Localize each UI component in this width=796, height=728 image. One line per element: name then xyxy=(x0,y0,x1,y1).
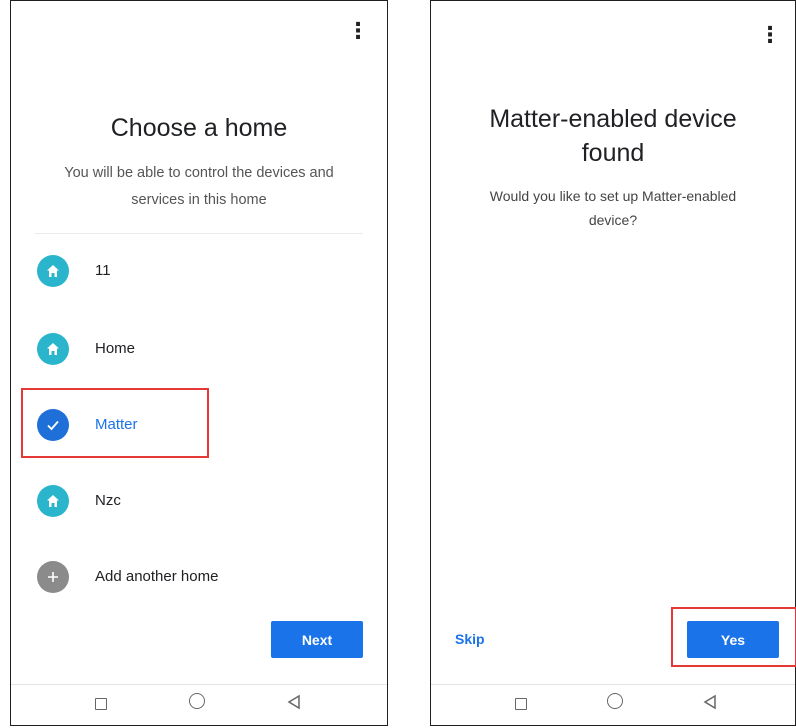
skip-button[interactable]: Skip xyxy=(455,631,485,647)
plus-icon xyxy=(37,561,69,593)
home-icon xyxy=(37,255,69,287)
subtitle-line-1: You will be able to control the devices … xyxy=(64,165,334,181)
home-item-11[interactable]: 11 xyxy=(33,253,363,293)
recents-icon[interactable] xyxy=(515,698,527,710)
highlight-box xyxy=(671,607,796,667)
next-button[interactable]: Next xyxy=(271,621,363,658)
home-nav-icon[interactable] xyxy=(607,693,623,709)
system-nav-bar xyxy=(11,684,387,725)
page-title: Choose a home xyxy=(110,114,288,142)
choose-home-screen: ⋮ Choose a home You will be able to cont… xyxy=(10,0,388,726)
home-icon xyxy=(37,333,69,365)
home-item-home[interactable]: Home xyxy=(33,331,363,371)
page-title-line-2: found xyxy=(581,139,645,167)
home-item-label: Home xyxy=(95,340,136,357)
back-icon[interactable] xyxy=(703,694,717,715)
more-options-icon[interactable]: ⋮ xyxy=(347,21,369,43)
add-another-home-item[interactable]: Add another home xyxy=(33,559,363,599)
home-item-nzc[interactable]: Nzc xyxy=(33,483,363,523)
home-item-label: 11 xyxy=(95,262,111,279)
highlight-box xyxy=(21,388,209,458)
back-icon[interactable] xyxy=(287,694,301,715)
matter-device-found-screen: ⋮ Matter-enabled device found Would you … xyxy=(430,0,796,726)
page-title-line-1: Matter-enabled device xyxy=(489,105,737,133)
home-item-label: Nzc xyxy=(95,492,121,509)
subtitle-line-2: services in this home xyxy=(131,192,267,208)
home-nav-icon[interactable] xyxy=(189,693,205,709)
subtitle-line-2: device? xyxy=(588,212,638,228)
system-nav-bar xyxy=(431,684,795,725)
recents-icon[interactable] xyxy=(95,698,107,710)
home-icon xyxy=(37,485,69,517)
more-options-icon[interactable]: ⋮ xyxy=(759,25,781,47)
divider xyxy=(35,233,363,234)
subtitle-line-1: Would you like to set up Matter-enabled xyxy=(489,188,737,204)
add-home-label: Add another home xyxy=(95,568,219,585)
